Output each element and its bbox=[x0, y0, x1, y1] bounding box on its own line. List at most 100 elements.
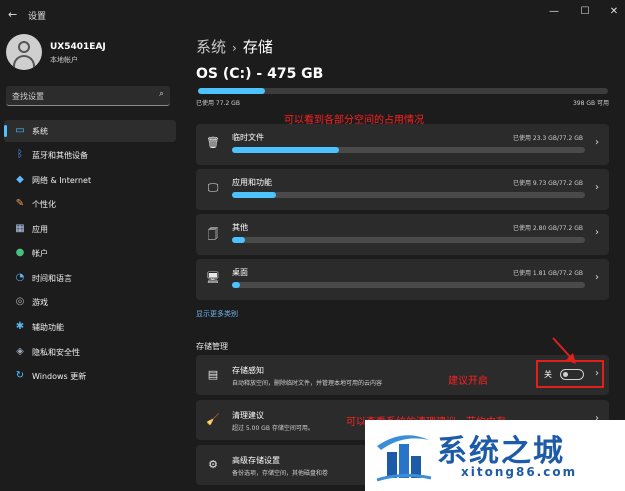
category-label: 临时文件 bbox=[232, 133, 264, 142]
drive-usage-fill bbox=[198, 88, 265, 94]
cleanup-label: 清理建议 bbox=[232, 411, 264, 420]
category-temp-files[interactable]: 🗑 临时文件 已使用 23.3 GB/77.2 GB › bbox=[196, 124, 609, 165]
sidebar-item-accessibility[interactable]: ✱ 辅助功能 bbox=[4, 316, 176, 338]
sidebar-item-label: 网络 & Internet bbox=[32, 176, 92, 185]
annotation-recommend-on: 建议开启 bbox=[448, 376, 488, 387]
update-icon: ↻ bbox=[15, 370, 25, 381]
sidebar: UX5401EAJ 本地帐户 查找设置 ⌕ ▭ 系统 ᛒ 蓝牙和其他设备 ◆ 网… bbox=[0, 30, 180, 491]
sidebar-item-label: 个性化 bbox=[32, 200, 56, 209]
category-label: 应用和功能 bbox=[232, 178, 272, 187]
sidebar-item-label: 系统 bbox=[32, 127, 48, 136]
watermark-url: xitong86.com bbox=[461, 465, 578, 479]
category-bar bbox=[232, 282, 585, 288]
drive-free-label: 398 GB 可用 bbox=[572, 100, 609, 107]
apps-icon: ▦ bbox=[15, 223, 25, 234]
storage-sense-card[interactable]: ▤ 存储感知 自动释放空间，删除临时文件，并管理本地可用的云内容 关 › bbox=[196, 355, 609, 395]
sidebar-item-label: 帐户 bbox=[32, 249, 48, 258]
sidebar-item-time-language[interactable]: ◔ 时间和语言 bbox=[4, 267, 176, 289]
shield-icon: ◈ bbox=[16, 346, 24, 357]
category-usage: 已使用 1.81 GB/77.2 GB bbox=[513, 270, 583, 277]
category-label: 桌面 bbox=[232, 268, 248, 277]
breadcrumb-separator: › bbox=[232, 41, 237, 55]
search-input[interactable]: 查找设置 ⌕ bbox=[6, 86, 170, 106]
system-icon: ▭ bbox=[15, 125, 25, 136]
files-icon: 🗍 bbox=[207, 228, 219, 241]
app-title: 设置 bbox=[28, 12, 47, 22]
annotation-usage: 可以看到各部分空间的占用情况 bbox=[284, 115, 424, 126]
trash-icon: 🗑 bbox=[206, 136, 220, 149]
brush-icon: ✎ bbox=[15, 198, 25, 209]
breadcrumb-parent[interactable]: 系统 bbox=[196, 38, 226, 56]
category-bar-fill bbox=[232, 282, 241, 288]
sidebar-item-network[interactable]: ◆ 网络 & Internet bbox=[4, 169, 176, 191]
drive-used-label: 已使用 77.2 GB bbox=[196, 100, 240, 107]
advanced-storage-label: 高级存储设置 bbox=[232, 456, 280, 465]
storage-sense-label: 存储感知 bbox=[232, 366, 264, 375]
storage-sense-desc: 自动释放空间，删除临时文件，并管理本地可用的云内容 bbox=[232, 380, 383, 387]
watermark-text: 系统之城 bbox=[437, 434, 565, 469]
gamepad-icon: ◎ bbox=[15, 296, 25, 307]
active-indicator bbox=[4, 125, 7, 137]
watermark-logo-icon bbox=[376, 435, 432, 482]
search-placeholder: 查找设置 bbox=[12, 92, 44, 101]
wifi-icon: ◆ bbox=[16, 174, 24, 185]
maximize-button[interactable]: ☐ bbox=[574, 4, 596, 20]
category-bar bbox=[232, 237, 585, 243]
back-arrow-icon[interactable]: ← bbox=[8, 8, 17, 21]
monitor-icon: 🖥 bbox=[206, 271, 220, 284]
sidebar-item-bluetooth[interactable]: ᛒ 蓝牙和其他设备 bbox=[4, 144, 176, 166]
category-other[interactable]: 🗍 其他 已使用 2.80 GB/77.2 GB › bbox=[196, 214, 609, 255]
account-type: 本地帐户 bbox=[50, 56, 78, 64]
annotation-arrow-icon bbox=[552, 337, 576, 364]
avatar[interactable] bbox=[6, 34, 42, 70]
sidebar-item-label: 时间和语言 bbox=[32, 274, 72, 283]
sidebar-item-personalization[interactable]: ✎ 个性化 bbox=[4, 193, 176, 215]
sidebar-item-label: 蓝牙和其他设备 bbox=[32, 151, 88, 160]
chevron-right-icon: › bbox=[595, 137, 599, 148]
breadcrumb: 系统 › 存储 bbox=[196, 36, 273, 57]
minimize-button[interactable]: — bbox=[543, 4, 565, 20]
category-usage: 已使用 2.80 GB/77.2 GB bbox=[513, 225, 583, 232]
sidebar-item-apps[interactable]: ▦ 应用 bbox=[4, 218, 176, 240]
chevron-right-icon: › bbox=[595, 182, 599, 193]
category-apps-features[interactable]: 🖵 应用和功能 已使用 9.73 GB/77.2 GB › bbox=[196, 169, 609, 210]
cleanup-desc: 超过 5.00 GB 存储空间可用。 bbox=[232, 425, 314, 432]
gear-icon: ⚙ bbox=[208, 458, 218, 471]
page-title: 存储 bbox=[242, 38, 273, 56]
advanced-storage-desc: 备份选项，存储空间，其他磁盘和卷 bbox=[232, 470, 329, 477]
sidebar-item-windows-update[interactable]: ↻ Windows 更新 bbox=[4, 365, 176, 387]
search-icon[interactable]: ⌕ bbox=[159, 89, 164, 99]
chevron-right-icon: › bbox=[595, 272, 599, 283]
sidebar-item-gaming[interactable]: ◎ 游戏 bbox=[4, 291, 176, 313]
sidebar-item-label: 游戏 bbox=[32, 298, 48, 307]
sidebar-item-label: Windows 更新 bbox=[32, 372, 87, 381]
sidebar-item-label: 应用 bbox=[32, 225, 48, 234]
avatar-head bbox=[18, 41, 30, 53]
category-label: 其他 bbox=[232, 223, 248, 232]
chevron-right-icon: › bbox=[595, 227, 599, 238]
sidebar-item-label: 辅助功能 bbox=[32, 323, 64, 332]
category-bar bbox=[232, 192, 585, 198]
person-icon: ● bbox=[15, 247, 25, 258]
sidebar-item-system[interactable]: ▭ 系统 bbox=[4, 120, 176, 142]
storage-icon: ▤ bbox=[207, 368, 219, 381]
avatar-body bbox=[13, 55, 35, 69]
user-name: UX5401EAJ bbox=[50, 42, 106, 52]
category-bar-fill bbox=[232, 147, 339, 153]
category-bar bbox=[232, 147, 585, 153]
category-usage: 已使用 23.3 GB/77.2 GB bbox=[513, 135, 583, 142]
category-bar-fill bbox=[232, 237, 245, 243]
watermark: 系统之城 xitong86.com bbox=[365, 420, 625, 491]
sidebar-item-privacy[interactable]: ◈ 隐私和安全性 bbox=[4, 341, 176, 363]
show-more-categories-link[interactable]: 显示更多类别 bbox=[196, 309, 238, 319]
category-desktop[interactable]: 🖥 桌面 已使用 1.81 GB/77.2 GB › bbox=[196, 259, 609, 300]
bluetooth-icon: ᛒ bbox=[17, 149, 23, 160]
drive-usage-bar bbox=[198, 88, 608, 94]
broom-icon: 🧹 bbox=[206, 413, 220, 426]
sidebar-item-accounts[interactable]: ● 帐户 bbox=[4, 242, 176, 264]
category-bar-fill bbox=[232, 192, 277, 198]
close-button[interactable]: ✕ bbox=[603, 4, 625, 20]
storage-management-heading: 存储管理 bbox=[196, 342, 228, 351]
globe-clock-icon: ◔ bbox=[15, 272, 25, 283]
title-bar: ← 设置 — ☐ ✕ bbox=[0, 0, 625, 30]
